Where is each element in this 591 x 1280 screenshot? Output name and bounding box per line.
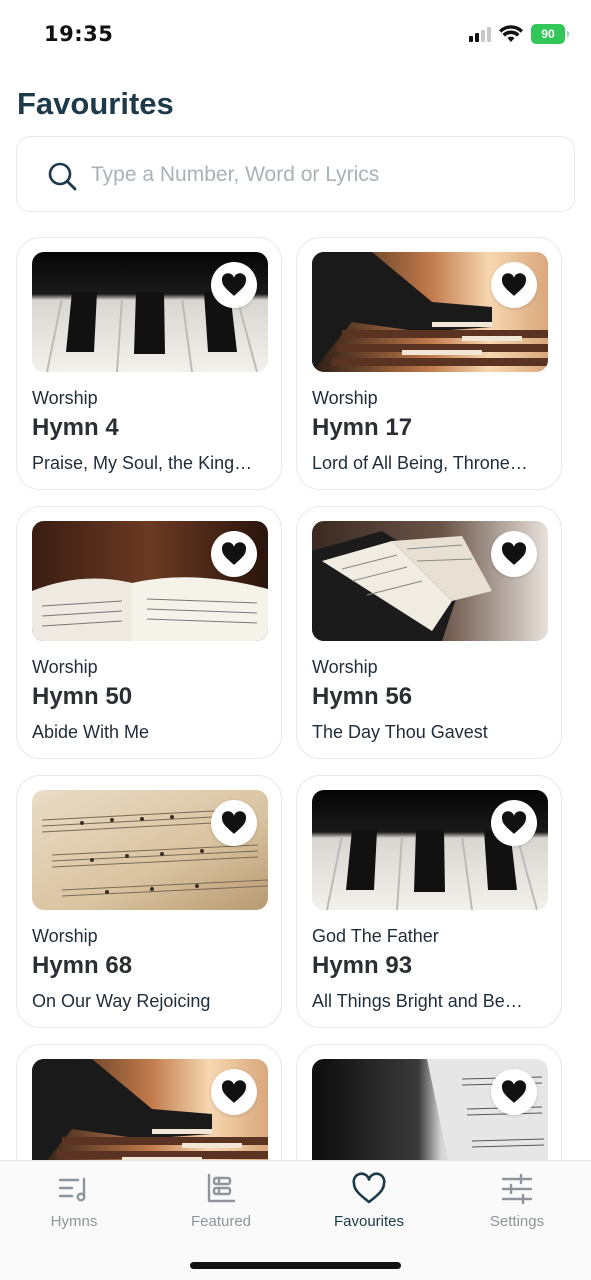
- favourite-button[interactable]: [211, 262, 257, 308]
- favourite-button[interactable]: [211, 800, 257, 846]
- card-category: Worship: [312, 657, 378, 677]
- hymn-card[interactable]: Worship Hymn 56 The Day Thou Gavest: [296, 506, 562, 759]
- favourite-button[interactable]: [491, 1069, 537, 1115]
- hymns-icon: [58, 1177, 86, 1202]
- status-icons: 90: [469, 24, 569, 44]
- search-bar[interactable]: [16, 136, 575, 212]
- tab-settings[interactable]: Settings: [457, 1171, 577, 1231]
- piano-keys-image: [312, 790, 548, 910]
- heart-filled-icon: [221, 273, 247, 296]
- heart-icon: [352, 1172, 386, 1204]
- wifi-icon: [499, 25, 523, 42]
- featured-icon: [207, 1173, 236, 1203]
- sheet-music-bw-image: [312, 1059, 548, 1160]
- hymn-card[interactable]: Worship Hymn 50 Abide With Me: [16, 506, 282, 759]
- favourite-button[interactable]: [211, 531, 257, 577]
- open-hymnal-image: [32, 521, 268, 641]
- status-time: 19:35: [44, 22, 114, 46]
- settings-sliders-icon: [501, 1173, 533, 1205]
- heart-filled-icon: [501, 273, 527, 296]
- card-hymn-number: Hymn 68: [32, 952, 133, 979]
- card-hymn-number: Hymn 4: [32, 414, 119, 441]
- tab-label: Hymns: [50, 1213, 98, 1230]
- hymnal-on-stand-image: [312, 521, 548, 641]
- card-hymn-title: Praise, My Soul, the King…: [32, 453, 253, 473]
- hymn-card[interactable]: [16, 1044, 282, 1160]
- hymn-card[interactable]: [296, 1044, 562, 1160]
- tab-favourites[interactable]: Favourites: [309, 1171, 429, 1231]
- tab-label: Favourites: [333, 1213, 405, 1230]
- card-category: God The Father: [312, 926, 439, 946]
- heart-filled-icon: [221, 1080, 247, 1103]
- sheet-music-image: [32, 790, 268, 910]
- search-input[interactable]: [91, 155, 561, 195]
- hymn-card[interactable]: Worship Hymn 68 On Our Way Rejoicing: [16, 775, 282, 1028]
- heart-filled-icon: [221, 811, 247, 834]
- battery-level: 90: [541, 27, 555, 41]
- card-hymn-number: Hymn 50: [32, 683, 133, 710]
- card-hymn-title: On Our Way Rejoicing: [32, 991, 211, 1011]
- home-indicator: [190, 1262, 401, 1269]
- card-hymn-title: Abide With Me: [32, 722, 150, 742]
- heart-filled-icon: [501, 542, 527, 565]
- organ-player-image: [32, 1059, 268, 1160]
- hymn-card[interactable]: Worship Hymn 17 Lord of All Being, Thron…: [296, 237, 562, 490]
- heart-filled-icon: [501, 811, 527, 834]
- piano-keys-image: [32, 252, 268, 372]
- status-bar: 19:35 90: [0, 0, 591, 70]
- tab-label: Settings: [489, 1213, 545, 1230]
- search-icon: [48, 162, 77, 191]
- favourite-button[interactable]: [491, 531, 537, 577]
- tab-hymns[interactable]: Hymns: [14, 1171, 134, 1231]
- favourite-button[interactable]: [211, 1069, 257, 1115]
- favourites-grid: Worship Hymn 4 Praise, My Soul, the King…: [16, 237, 562, 1160]
- card-category: Worship: [32, 657, 98, 677]
- hymn-card[interactable]: God The Father Hymn 93 All Things Bright…: [296, 775, 562, 1028]
- card-hymn-title: Lord of All Being, Throne…: [312, 453, 528, 473]
- heart-filled-icon: [501, 1080, 527, 1103]
- card-category: Worship: [32, 926, 98, 946]
- favourite-button[interactable]: [491, 800, 537, 846]
- card-category: Worship: [32, 388, 98, 408]
- tab-featured[interactable]: Featured: [161, 1171, 281, 1231]
- battery-icon: 90: [531, 24, 569, 44]
- signal-icon: [469, 26, 491, 42]
- tab-label: Featured: [190, 1213, 252, 1230]
- heart-filled-icon: [221, 542, 247, 565]
- card-hymn-number: Hymn 93: [312, 952, 413, 979]
- card-hymn-title: The Day Thou Gavest: [312, 722, 488, 742]
- organ-player-image: [312, 252, 548, 372]
- hymn-card[interactable]: Worship Hymn 4 Praise, My Soul, the King…: [16, 237, 282, 490]
- favourite-button[interactable]: [491, 262, 537, 308]
- card-hymn-number: Hymn 56: [312, 683, 413, 710]
- page-title: Favourites: [17, 86, 174, 121]
- card-hymn-number: Hymn 17: [312, 414, 413, 441]
- card-category: Worship: [312, 388, 378, 408]
- card-hymn-title: All Things Bright and Be…: [312, 991, 523, 1011]
